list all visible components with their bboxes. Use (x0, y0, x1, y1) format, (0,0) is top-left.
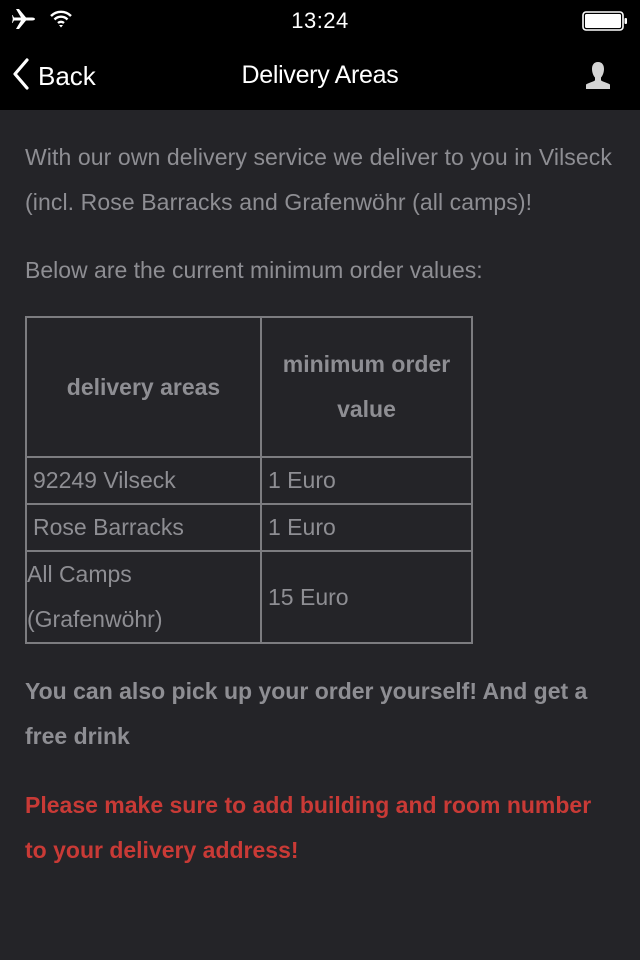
min-order-intro: Below are the current minimum order valu… (25, 257, 483, 283)
navigation-bar: Back Delivery Areas (0, 40, 640, 110)
table-row: 92249 Vilseck 1 Euro (25, 456, 473, 505)
pickup-note: You can also pick up your order yourself… (25, 678, 588, 749)
status-time: 13:24 (291, 8, 349, 33)
header-minimum-order-value: minimum order value (260, 316, 473, 458)
value-cell: 1 Euro (260, 503, 473, 552)
table-row: Rose Barracks 1 Euro (25, 503, 473, 552)
area-cell: Rose Barracks (25, 503, 262, 552)
page-title: Delivery Areas (241, 61, 399, 89)
table-row: All Camps (Grafenwöhr) 15 Euro (25, 550, 473, 644)
value-cell: 1 Euro (260, 456, 473, 505)
content-area: With our own delivery service we deliver… (0, 110, 640, 873)
address-warning: Please make sure to add building and roo… (25, 792, 592, 863)
intro-text: With our own delivery service we deliver… (25, 144, 612, 215)
status-bar: 13:24 (0, 0, 640, 40)
area-cell: 92249 Vilseck (25, 456, 262, 505)
delivery-areas-table: delivery areas minimum order value 92249… (25, 316, 473, 644)
profile-icon (582, 62, 614, 96)
battery-icon (582, 11, 628, 31)
profile-button[interactable] (582, 60, 614, 92)
header-delivery-areas: delivery areas (25, 316, 262, 458)
area-cell: All Camps (Grafenwöhr) (25, 550, 262, 644)
table-header-row: delivery areas minimum order value (25, 316, 473, 458)
value-cell: 15 Euro (260, 550, 473, 644)
